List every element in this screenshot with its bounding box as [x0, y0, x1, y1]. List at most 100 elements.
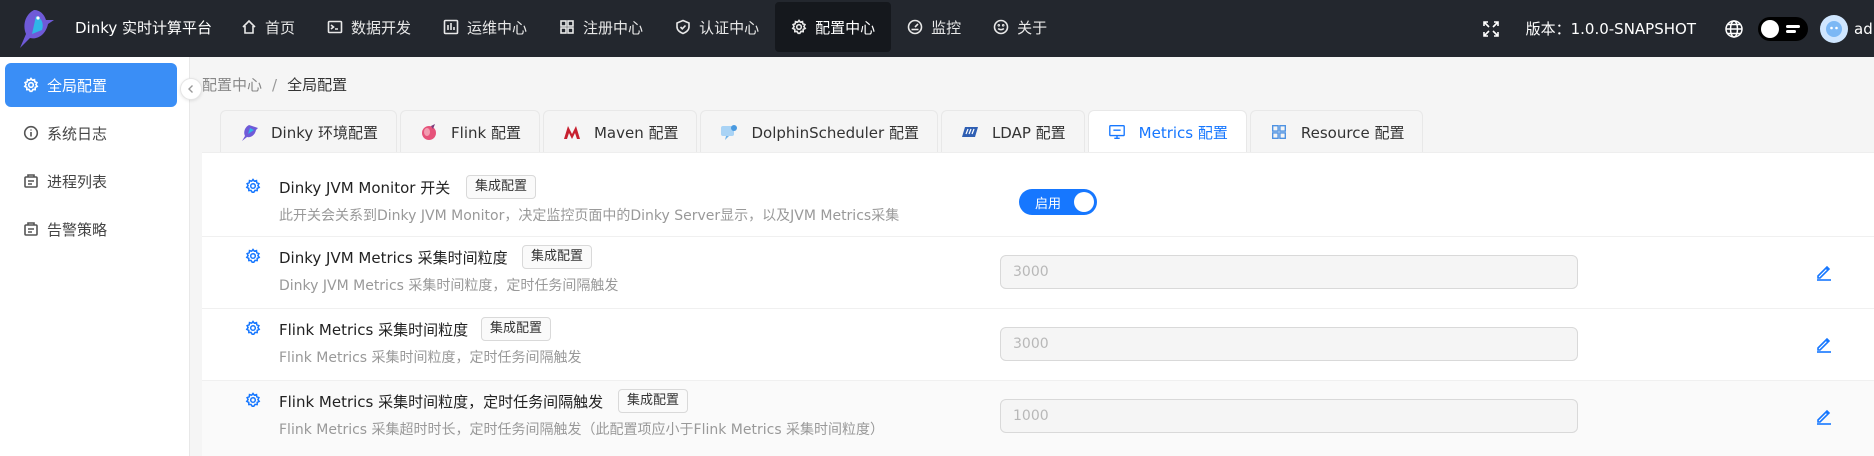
setting-description: Flink Metrics 采集超时时长，定时任务间隔触发（此配置项应小于Fli…: [279, 422, 885, 438]
tab-label: DolphinScheduler 配置: [751, 123, 919, 142]
edit-button[interactable]: [1809, 329, 1839, 359]
chevron-left-icon: [188, 85, 193, 93]
process-icon: [24, 174, 38, 188]
setting-title: Dinky JVM Metrics 采集时间粒度: [279, 249, 508, 267]
setting-row: Flink Metrics 采集时间粒度，定时任务间隔触发 集成配置 Flink…: [202, 381, 1874, 456]
flink-metrics-interval-input[interactable]: 3000: [1000, 327, 1578, 361]
setting-row: Flink Metrics 采集时间粒度 集成配置 Flink Metrics …: [202, 309, 1874, 381]
nav-devops[interactable]: 运维中心: [427, 2, 543, 52]
nav-config-center[interactable]: 配置中心: [775, 2, 892, 52]
fullscreen-icon[interactable]: [1482, 20, 1500, 38]
avatar[interactable]: [1820, 14, 1848, 43]
moon-icon: [1786, 24, 1800, 33]
flink-metrics-timeout-input[interactable]: 1000: [1000, 399, 1578, 433]
sidebar-item-label: 告警策略: [47, 220, 108, 239]
nav-auth[interactable]: 认证中心: [659, 2, 775, 52]
user-avatar-icon: [1826, 20, 1842, 37]
info-icon: [23, 125, 39, 141]
theme-toggle-knob: [1761, 19, 1779, 38]
setting-tag: 集成配置: [466, 175, 537, 199]
sidebar-item-global-config[interactable]: 全局配置: [5, 63, 177, 107]
nav-about[interactable]: 关于: [977, 2, 1063, 52]
setting-title: Flink Metrics 采集时间粒度，定时任务间隔触发: [279, 393, 604, 411]
terminal-icon: [327, 20, 343, 34]
sidebar-item-alert-strategy[interactable]: 告警策略: [5, 207, 177, 251]
sidebar-item-process-list[interactable]: 进程列表: [5, 159, 177, 203]
nav-auth-label: 认证中心: [699, 18, 760, 37]
gear-icon: [245, 248, 261, 264]
language-globe-icon[interactable]: [1724, 19, 1744, 39]
breadcrumb: 配置中心 / 全局配置: [202, 74, 347, 95]
metrics-config-panel: Dinky JVM Monitor 开关 集成配置 此开关会关系到Dinky J…: [202, 152, 1874, 456]
shield-icon: [676, 19, 690, 35]
tab-resource[interactable]: Resource 配置: [1249, 110, 1424, 153]
nav-monitor-label: 监控: [931, 18, 962, 37]
nav-monitor[interactable]: 监控: [891, 2, 977, 52]
username[interactable]: admin: [1854, 20, 1874, 38]
gear-icon: [245, 392, 261, 408]
alert-icon: [24, 222, 38, 236]
version-text: 版本：1.0.0-SNAPSHOT: [1525, 20, 1696, 38]
tab-label: Resource 配置: [1300, 123, 1405, 142]
setting-title: Dinky JVM Monitor 开关: [279, 179, 451, 197]
dinky-env-icon: [239, 122, 259, 142]
edit-button[interactable]: [1809, 257, 1839, 287]
top-right-tools: 版本：1.0.0-SNAPSHOT admin: [1482, 0, 1874, 57]
switch-knob: [1074, 192, 1094, 212]
dashboard-icon: [907, 19, 923, 35]
tab-dinky-env[interactable]: Dinky 环境配置: [220, 110, 398, 153]
tab-label: LDAP 配置: [991, 123, 1066, 142]
tab-label: Dinky 环境配置: [271, 123, 379, 142]
flink-icon: [419, 122, 439, 142]
breadcrumb-separator: /: [272, 76, 278, 94]
nav-home[interactable]: 首页: [225, 2, 311, 52]
breadcrumb-current: 全局配置: [287, 76, 348, 94]
setting-description: Dinky JVM Metrics 采集时间粒度，定时任务间隔触发: [279, 278, 619, 294]
ops-icon: [443, 19, 459, 35]
tab-label: Metrics 配置: [1138, 123, 1228, 142]
monitor-icon: [1107, 122, 1127, 142]
dolphinscheduler-icon: [719, 122, 739, 142]
tab-maven[interactable]: Maven 配置: [542, 110, 698, 153]
edit-icon: [1817, 337, 1831, 353]
nav-devops-label: 运维中心: [467, 18, 528, 37]
breadcrumb-parent[interactable]: 配置中心: [202, 76, 262, 94]
sidebar-item-label: 全局配置: [47, 76, 108, 95]
edit-icon: [1817, 265, 1831, 281]
setting-tag: 集成配置: [522, 245, 593, 269]
main-nav: 首页 数据开发 运维中心 注册中心 认证中心 配置中心 监控 关于: [225, 0, 1063, 57]
tab-flink[interactable]: Flink 配置: [400, 110, 540, 153]
sidebar-collapse-button[interactable]: [180, 78, 202, 100]
tab-label: Flink 配置: [451, 123, 521, 142]
setting-title: Flink Metrics 采集时间粒度: [279, 321, 469, 339]
jvm-metrics-interval-input[interactable]: 3000: [1000, 255, 1578, 289]
gear-icon: [791, 19, 807, 35]
setting-row: Dinky JVM Metrics 采集时间粒度 集成配置 Dinky JVM …: [202, 237, 1874, 309]
nav-data-studio[interactable]: 数据开发: [311, 2, 427, 52]
tab-label: Maven 配置: [593, 123, 679, 142]
theme-toggle[interactable]: [1758, 16, 1808, 41]
tab-dolphinscheduler[interactable]: DolphinScheduler 配置: [700, 110, 938, 153]
app-brand-title[interactable]: Dinky 实时计算平台: [75, 17, 212, 38]
nav-about-label: 关于: [1017, 18, 1048, 37]
tab-ldap[interactable]: LDAP 配置: [940, 110, 1085, 153]
jvm-monitor-switch[interactable]: 启用: [1019, 189, 1097, 215]
setting-tag: 集成配置: [618, 389, 689, 413]
tab-metrics[interactable]: Metrics 配置: [1087, 110, 1247, 153]
config-tabs: Dinky 环境配置 Flink 配置 Maven 配置 DolphinSche…: [220, 110, 1426, 153]
smile-icon: [993, 19, 1009, 35]
sidebar-item-label: 进程列表: [47, 172, 108, 191]
setting-tag: 集成配置: [481, 317, 552, 341]
dinky-logo-icon: [20, 10, 54, 48]
nav-registration[interactable]: 注册中心: [543, 2, 659, 52]
gear-icon: [245, 320, 261, 336]
nav-config-center-label: 配置中心: [815, 18, 876, 37]
top-navigation-bar: Dinky 实时计算平台 首页 数据开发 运维中心 注册中心 认证中心 配置中心: [0, 0, 1874, 57]
sidebar-item-system-log[interactable]: 系统日志: [5, 111, 177, 155]
edit-button[interactable]: [1809, 401, 1839, 431]
resource-grid-icon: [1269, 122, 1289, 142]
sidebar-item-label: 系统日志: [47, 124, 108, 143]
gear-icon: [245, 178, 261, 194]
setting-description: 此开关会关系到Dinky JVM Monitor，决定监控页面中的Dinky S…: [279, 208, 900, 224]
switch-label: 启用: [1035, 197, 1062, 212]
